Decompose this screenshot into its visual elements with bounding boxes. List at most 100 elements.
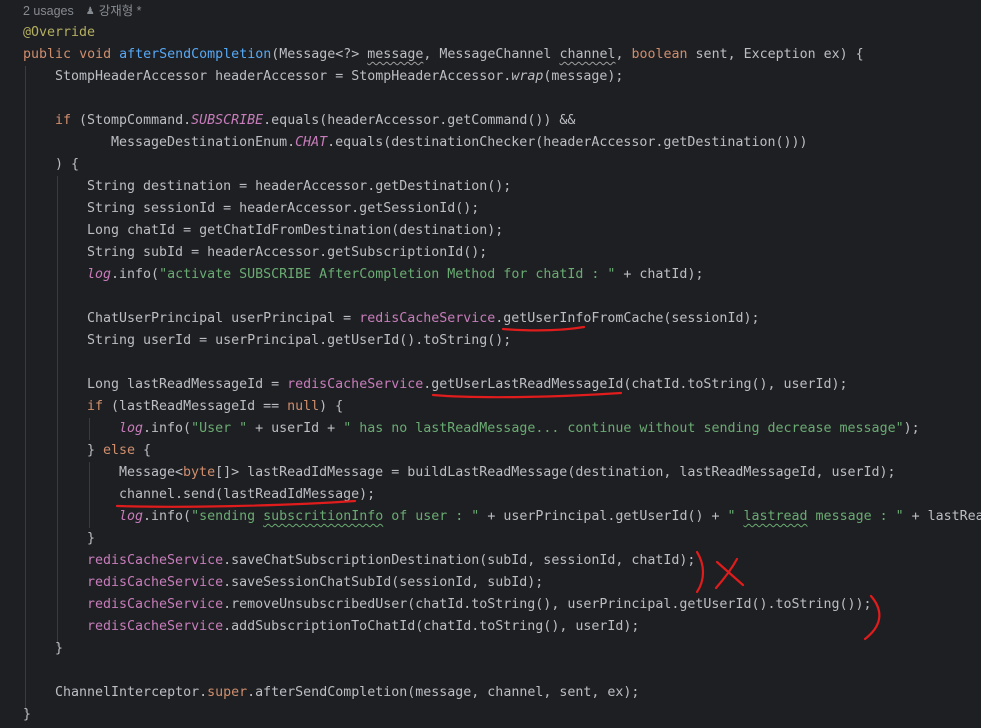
indent-guide [57,176,58,646]
code-line[interactable]: } [55,638,63,660]
code-line[interactable]: channel.send(lastReadIdMessage); [119,484,375,506]
code-text: StompHeaderAccessor headerAccessor = Sto… [55,69,512,84]
code-text: .info( [111,267,160,282]
code-text: ChatUserPrincipal userPrincipal = [87,311,360,326]
code-line[interactable]: ChannelInterceptor.super.afterSendComple… [55,682,639,704]
indent-guide [25,66,26,712]
typo-word: subscritionInfo [263,509,384,524]
code-text: .addSubscriptionToChatId(chatId.toString… [223,619,640,634]
keyword: else [103,443,136,458]
code-line[interactable]: String sessionId = headerAccessor.getSes… [87,198,479,220]
code-line[interactable]: @Override [23,22,95,44]
code-text: (lastReadMessageId == [103,399,288,414]
code-text: String subId = headerAccessor.getSubscri… [87,245,488,260]
code-line[interactable]: redisCacheService.saveSessionChatSubId(s… [87,572,543,594]
code-line[interactable]: log.info("User " + userId + " has no las… [119,418,920,440]
code-text: + userPrincipal.getUserId() + [479,509,728,524]
indent-guide [89,418,90,440]
keyword: null [287,399,320,414]
code-text: .info( [143,509,192,524]
method-name: afterSendCompletion [119,47,272,62]
code-text: .afterSendCompletion(message, channel, s… [247,685,640,700]
code-text: } [23,707,32,722]
bracket-mark [695,550,705,594]
string-literal: "User " [191,421,248,436]
code-editor[interactable]: 2 usages ♟ 강재형 * @Override public void aft… [0,0,981,728]
code-line[interactable]: String userId = userPrincipal.getUserId(… [87,330,511,352]
code-line[interactable]: String destination = headerAccessor.getD… [87,176,511,198]
code-line[interactable]: MessageDestinationEnum.CHAT.equals(desti… [111,132,807,154]
keyword: super [207,685,248,700]
code-text: , MessageChannel [423,47,560,62]
field-redis-cache-service: redisCacheService [87,575,224,590]
static-method: wrap [511,69,544,84]
log-field: log [119,421,144,436]
string-literal: of user : " [383,509,480,524]
code-text: MessageDestinationEnum. [111,135,296,150]
code-text: .info( [143,421,192,436]
code-text: ); [903,421,920,436]
code-line[interactable]: Long lastReadMessageId = redisCacheServi… [87,374,848,396]
code-line[interactable]: log.info("sending subscritionInfo of use… [119,506,981,528]
code-text: .equals(destinationChecker(headerAccesso… [327,135,808,150]
keyword: if [55,113,72,128]
field-redis-cache-service: redisCacheService [87,619,224,634]
keyword: if [87,399,104,414]
field-redis-cache-service: redisCacheService [87,597,224,612]
code-line[interactable]: ChatUserPrincipal userPrincipal = redisC… [87,308,759,330]
code-text: .getUserInfoFromCache(sessionId); [495,311,760,326]
code-text: String userId = userPrincipal.getUserId(… [87,333,512,348]
code-text: channel.send(lastReadIdMessage); [119,487,376,502]
code-line[interactable]: String subId = headerAccessor.getSubscri… [87,242,487,264]
code-text: } [55,641,64,656]
code-text: } [87,531,96,546]
code-text: Message< [119,465,184,480]
code-text: (Message<?> [271,47,368,62]
typo-word: lastread [743,509,808,524]
keyword: void [79,47,112,62]
usage-hint[interactable]: 2 usages ♟ 강재형 * [23,0,142,22]
code-line[interactable]: if (lastReadMessageId == null) { [87,396,343,418]
code-line[interactable]: StompHeaderAccessor headerAccessor = Sto… [55,66,623,88]
keyword: boolean [631,47,688,62]
code-line[interactable]: Message<byte[]> lastReadIdMessage = buil… [119,462,896,484]
code-line[interactable]: if (StompCommand.SUBSCRIBE.equals(header… [55,110,575,132]
code-text: String destination = headerAccessor.getD… [87,179,512,194]
code-line[interactable]: redisCacheService.saveChatSubscriptionDe… [87,550,695,572]
code-text: sent, Exception ex) { [687,47,864,62]
constant: CHAT [295,135,328,150]
indent-guide [89,462,90,528]
field-redis-cache-service: redisCacheService [287,377,424,392]
code-text: .saveChatSubscriptionDestination(subId, … [223,553,696,568]
code-text: (StompCommand. [71,113,192,128]
string-literal: "sending [191,509,264,524]
code-text: , [615,47,632,62]
field-redis-cache-service: redisCacheService [87,553,224,568]
code-text: + lastReadMessageId); [911,509,981,524]
code-line[interactable]: redisCacheService.removeUnsubscribedUser… [87,594,872,616]
code-text: + userId + [247,421,344,436]
x-mark-stroke-1 [715,560,745,587]
code-line[interactable]: public void afterSendCompletion(Message<… [23,44,864,66]
user-icon: ♟ [85,6,95,17]
code-text: { [135,443,152,458]
code-line[interactable]: ) { [55,154,79,176]
param-message: message [367,47,424,62]
log-field: log [119,509,144,524]
constant: SUBSCRIBE [191,113,264,128]
param-channel: channel [559,47,616,62]
code-text: .removeUnsubscribedUser(chatId.toString(… [223,597,872,612]
code-line[interactable]: redisCacheService.addSubscriptionToChatI… [87,616,639,638]
string-literal: "activate SUBSCRIBE AfterCompletion Meth… [159,267,616,282]
code-text: .equals(headerAccessor.getCommand()) && [263,113,576,128]
code-line[interactable]: } [87,528,95,550]
code-line[interactable]: log.info("activate SUBSCRIBE AfterComple… [87,264,703,286]
code-text: .saveSessionChatSubId(sessionId, subId); [223,575,544,590]
usages-count[interactable]: 2 usages [23,4,74,18]
string-literal: message : " [807,509,904,524]
code-line[interactable]: } [23,704,31,726]
code-line[interactable]: } else { [87,440,151,462]
x-mark-stroke-2 [714,557,739,590]
code-text: String sessionId = headerAccessor.getSes… [87,201,480,216]
code-line[interactable]: Long chatId = getChatIdFromDestination(d… [87,220,503,242]
